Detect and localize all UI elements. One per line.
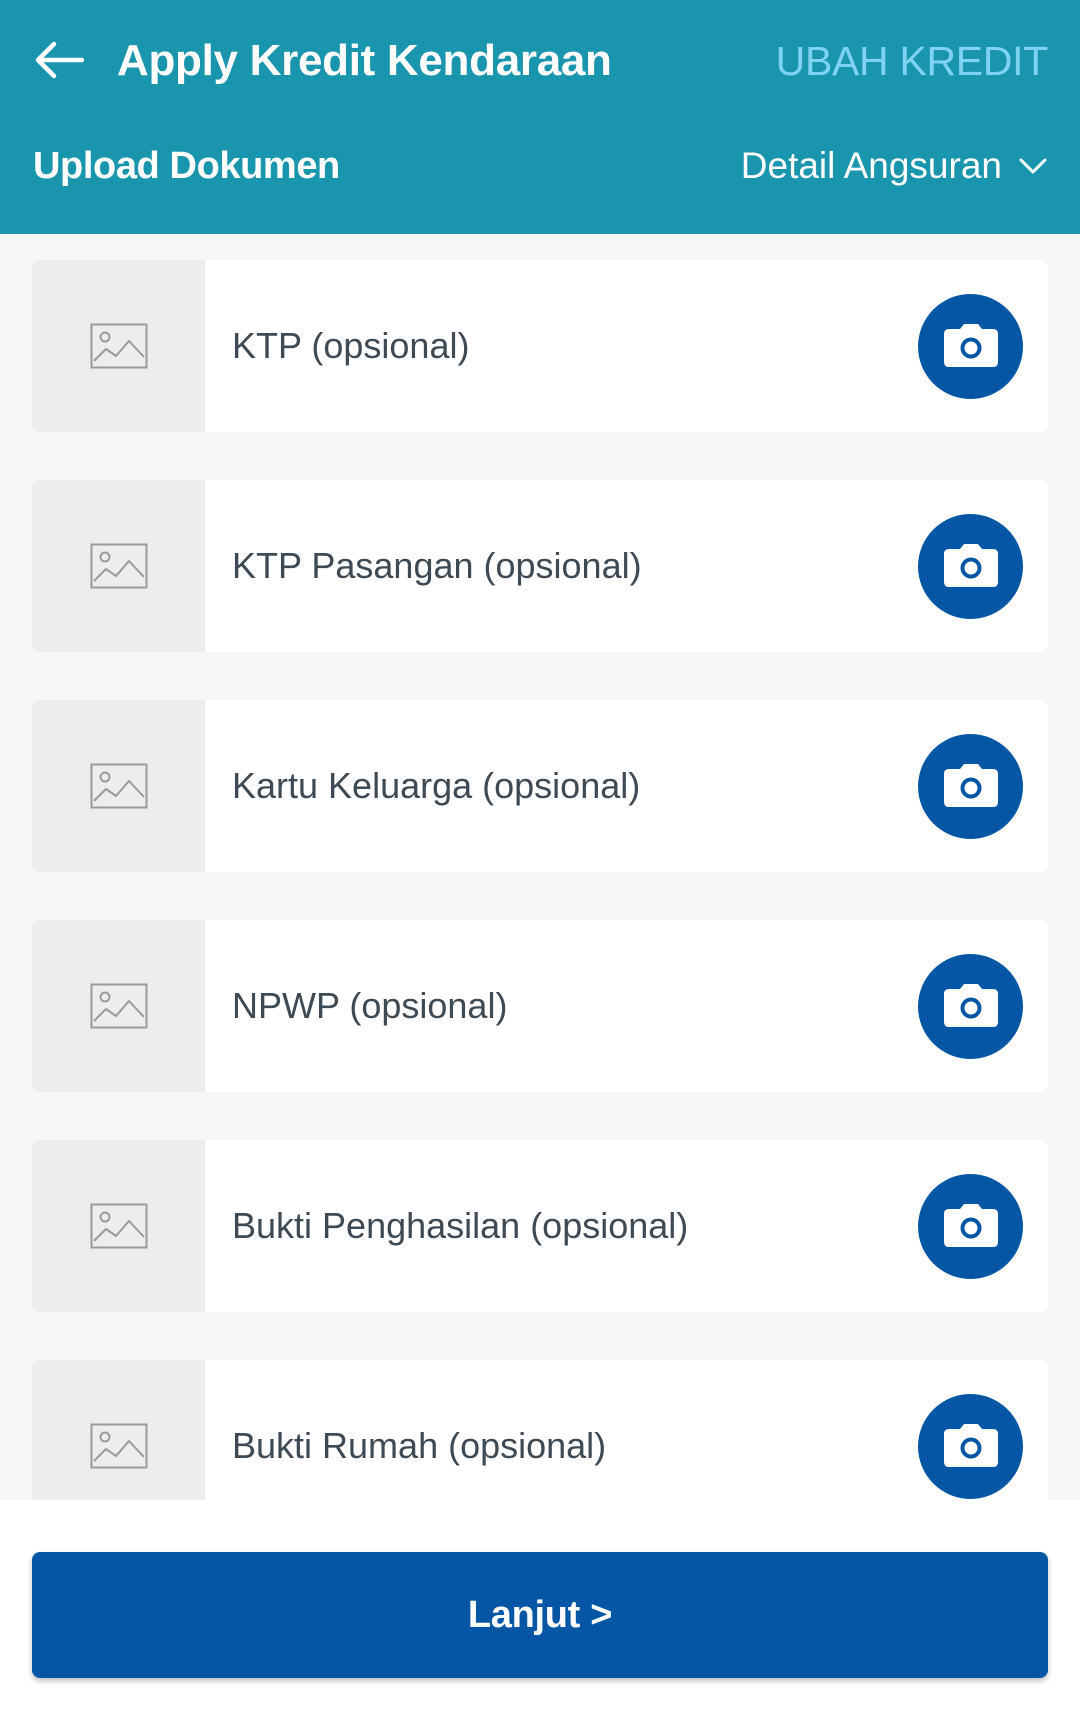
document-label: KTP (opsional)	[232, 325, 470, 366]
document-card-bukti-penghasilan[interactable]: Bukti Penghasilan (opsional)	[32, 1140, 1048, 1312]
document-thumbnail	[32, 1140, 205, 1312]
camera-icon	[943, 1204, 998, 1247]
arrow-left-icon	[35, 41, 84, 79]
document-card-kartu-keluarga[interactable]: Kartu Keluarga (opsional)	[32, 700, 1048, 872]
camera-button[interactable]	[918, 293, 1023, 399]
image-placeholder-icon	[90, 543, 147, 589]
camera-icon	[943, 764, 998, 807]
document-thumbnail	[32, 700, 205, 872]
footer-bar: Lanjut >	[0, 1500, 1080, 1731]
image-placeholder-icon	[90, 323, 147, 369]
image-placeholder-icon	[90, 763, 147, 809]
lanjut-button[interactable]: Lanjut >	[32, 1552, 1048, 1678]
document-label: Bukti Penghasilan (opsional)	[232, 1205, 689, 1246]
camera-button[interactable]	[918, 1393, 1023, 1499]
document-label: KTP Pasangan (opsional)	[232, 545, 642, 586]
document-thumbnail	[32, 920, 205, 1092]
camera-icon	[943, 544, 998, 587]
document-thumbnail	[32, 1360, 205, 1500]
camera-button[interactable]	[918, 1173, 1023, 1279]
document-label: NPWP (opsional)	[232, 985, 508, 1026]
camera-icon	[943, 1424, 998, 1467]
document-label: Bukti Rumah (opsional)	[232, 1425, 607, 1466]
camera-button[interactable]	[918, 733, 1023, 839]
camera-icon	[943, 324, 998, 367]
back-button[interactable]	[28, 30, 88, 90]
document-thumbnail	[32, 260, 205, 432]
image-placeholder-icon	[90, 1203, 147, 1249]
chevron-down-icon	[1019, 158, 1047, 174]
document-card-ktp-pasangan[interactable]: KTP Pasangan (opsional)	[32, 480, 1048, 652]
document-label: Kartu Keluarga (opsional)	[232, 765, 641, 806]
step-title: Upload Dokumen	[33, 145, 340, 187]
image-placeholder-icon	[90, 1423, 147, 1469]
detail-angsuran-toggle[interactable]: Detail Angsuran	[741, 145, 1048, 187]
page-title: Apply Kredit Kendaraan	[117, 36, 612, 85]
document-card-npwp[interactable]: NPWP (opsional)	[32, 920, 1048, 1092]
app-bar: Apply Kredit Kendaraan UBAH KREDIT Uploa…	[0, 0, 1080, 234]
lanjut-button-label: Lanjut >	[467, 1593, 613, 1636]
camera-icon	[943, 984, 998, 1027]
document-list: KTP (opsional) KTP Pasangan (opsional) K…	[0, 234, 1080, 1500]
camera-button[interactable]	[918, 513, 1023, 619]
camera-button[interactable]	[918, 953, 1023, 1059]
document-card-bukti-rumah[interactable]: Bukti Rumah (opsional)	[32, 1360, 1048, 1500]
document-thumbnail	[32, 480, 205, 652]
image-placeholder-icon	[90, 983, 147, 1029]
document-card-ktp[interactable]: KTP (opsional)	[32, 260, 1048, 432]
detail-angsuran-label: Detail Angsuran	[740, 145, 1002, 186]
ubah-kredit-button[interactable]: UBAH KREDIT	[776, 38, 1049, 85]
